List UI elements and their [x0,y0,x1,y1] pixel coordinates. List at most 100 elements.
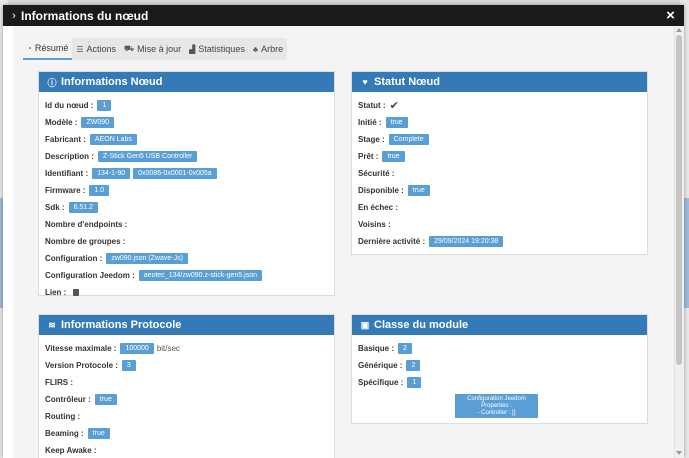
label: Beaming : [45,429,84,438]
value-badge: 6.51.2 [68,202,99,213]
wifi-icon: ≋ [48,319,56,330]
row-fabricant: Fabricant : AEON Labs [45,131,328,148]
label: Statut : [358,101,386,110]
value-badge: true [94,394,117,405]
bar-chart-icon: ▟ [189,44,196,54]
value-badge: true [407,185,430,196]
row-vitesse: Vitesse maximale : 100000 bit/sec [45,340,328,357]
label: Id du nœud : [45,101,94,110]
label: Configuration Jeedom : [45,271,135,280]
scroll-up-arrow-icon[interactable] [676,28,682,32]
label: Disponible : [358,186,404,195]
label: Configuration : [45,254,103,263]
value-badge: true [385,117,408,128]
config-line: Configuration Jeedom [467,396,526,402]
list-icon: ☰ [76,44,84,54]
value-badge: 2 [406,360,421,371]
panel-statut-noeud: ♥ Statut Nœud Statut : ✔ Initié : true S… [351,71,648,255]
scroll-down-arrow-icon[interactable] [676,451,682,455]
value-badge: 134-1-90 [92,168,131,179]
value-badge: 100000 [120,343,154,354]
row-stage: Stage : Complete [358,131,641,148]
tab-label: Résumé [34,43,69,53]
value-badge: true [87,428,110,439]
value-badge: 3 [121,360,136,371]
node-info-modal: › Informations du nœud × ◔ Résumé ☰ Acti… [3,5,684,458]
tab-arbre[interactable]: ♣ Arbre [249,38,287,60]
row-version-protocole: Version Protocole : 3 [45,357,328,374]
truck-icon: ⛟ [124,44,135,53]
panel-heading: ≋ Informations Protocole [39,315,334,335]
modal-titlebar[interactable]: › Informations du nœud × [3,5,684,26]
tab-label: Mise à jour [137,44,182,54]
row-disponible: Disponible : true [358,182,641,199]
tab-bar: ◔ Résumé ☰ Actions ⛟ Mise à jour ▟ Stati… [23,38,288,60]
config-line: Properties : [481,403,512,409]
label: Dernière activité : [358,237,426,246]
row-firmware: Firmware : 1.0 [45,182,328,199]
book-icon[interactable] [73,289,80,296]
row-identifiant: Identifiant : 134-1-90 0x0086-0x0001-0x0… [45,165,328,182]
tachometer-icon: ◔ [27,43,32,53]
label: Basique : [358,344,395,353]
label: Firmware : [45,186,86,195]
tab-mise-a-jour[interactable]: ⛟ Mise à jour [120,38,185,60]
modal-content: ◔ Résumé ☰ Actions ⛟ Mise à jour ▟ Stati… [13,26,674,458]
label: Spécifique : [358,378,404,387]
value-badge: 1 [407,377,422,388]
row-config-jeedom: Configuration Jeedom : aeotec_134/zw090.… [45,267,328,284]
label: Sécurité : [358,169,395,178]
row-controleur: Contrôleur : true [45,391,328,408]
tab-statistiques[interactable]: ▟ Statistiques [185,38,249,60]
check-icon: ✔ [389,100,399,112]
row-derniere-activite: Dernière activité : 29/09/2024 19:20:38 [358,233,641,250]
label: Description : [45,152,94,161]
label: Nombre d'endpoints : [45,220,128,229]
scrollbar-thumb[interactable] [676,35,682,365]
row-beaming: Beaming : true [45,425,328,442]
value-badge: 1.0 [89,185,110,196]
panel-title: Classe du module [374,319,469,331]
panel-heading: ⓘ Informations Nœud [39,72,334,92]
value-badge: 0x0086-0x0001-0x005a [133,168,217,179]
label: FLIRS : [45,378,73,387]
row-endpoints: Nombre d'endpoints : [45,216,328,233]
value-badge: zw090.json (Zwave-Js) [106,253,188,264]
label: Identifiant : [45,169,89,178]
row-voisins: Voisins : [358,216,641,233]
heartbeat-icon: ♥ [362,77,368,87]
panel-title: Informations Protocole [61,319,182,331]
value-badge: ZW090 [81,117,115,128]
panel-heading: ♥ Statut Nœud [352,72,647,92]
panel-title: Statut Nœud [374,76,440,88]
value-badge: 1 [97,100,112,111]
sitemap-icon: ♣ [252,44,259,54]
value-badge: true [382,151,405,162]
label: Générique : [358,361,403,370]
row-pret: Prêt : true [358,148,641,165]
tab-resume[interactable]: ◔ Résumé [23,38,73,60]
modal-title: Informations du nœud [21,8,149,23]
row-generique: Générique : 2 [358,357,641,374]
panel-title: Informations Nœud [61,76,163,88]
tab-actions[interactable]: ☰ Actions [72,38,120,60]
label: Initié : [358,118,382,127]
panel-informations-protocole: ≋ Informations Protocole Vitesse maximal… [38,314,335,458]
label: Vitesse maximale : [45,344,117,353]
label: Sdk : [45,203,65,212]
row-configuration: Configuration : zw090.json (Zwave-Js) [45,250,328,267]
row-modele: Modèle : ZW090 [45,114,328,131]
row-description: Description : Z-Stick Gen5 USB Controlle… [45,148,328,165]
row-keep-awake: Keep Awake : [45,442,328,458]
label: Routing : [45,412,81,421]
panel-classe-module: ▣ Classe du module Basique : 2 Générique… [351,314,648,424]
panel-informations-noeud: ⓘ Informations Nœud Id du nœud : 1 Modèl… [38,71,335,297]
config-line: - Controller : [] [477,410,516,416]
row-flirs: FLIRS : [45,374,328,391]
value-badge: 29/09/2024 19:20:38 [429,236,504,247]
label: Contrôleur : [45,395,91,404]
value-badge: AEON Labs [89,134,137,145]
label: Lien : [45,288,67,297]
tab-label: Statistiques [198,44,245,54]
close-icon[interactable]: × [663,8,678,23]
